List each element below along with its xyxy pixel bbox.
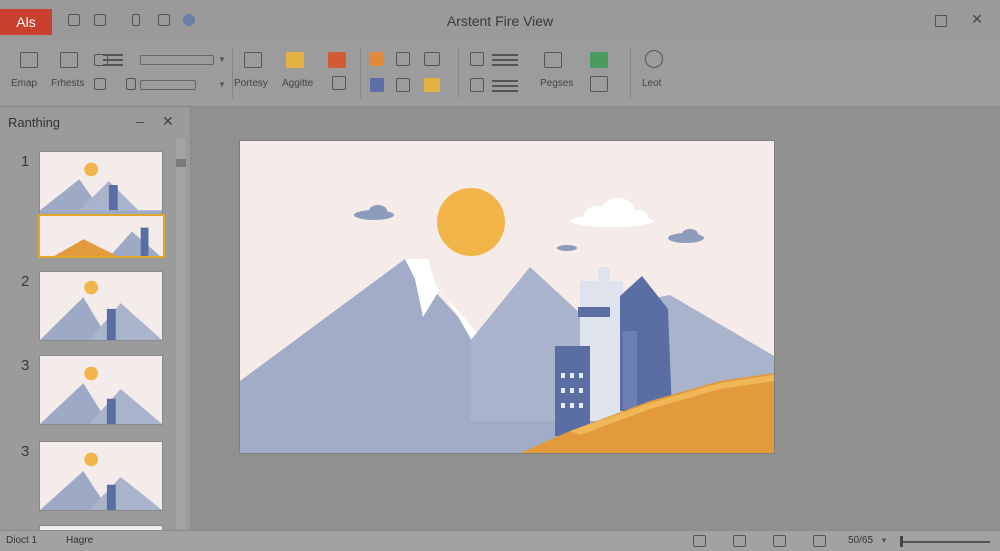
slide-number: 3 (21, 443, 30, 460)
ribbon-label-emap[interactable]: Emap (11, 78, 37, 89)
zoom-slider-knob[interactable] (900, 536, 903, 547)
layout-grid-icon[interactable] (590, 76, 608, 92)
slide-canvas[interactable] (240, 141, 774, 453)
window-title: Arstent Fire View (446, 13, 554, 29)
zoom-slider[interactable] (900, 541, 990, 543)
ribbon-separator (360, 48, 361, 98)
close-icon[interactable]: ✕ (970, 12, 984, 26)
shapes-icon[interactable] (60, 52, 78, 68)
mini-icon[interactable] (94, 78, 106, 90)
close-icon[interactable]: ✕ (162, 113, 174, 130)
slideshow-icon[interactable] (813, 535, 826, 547)
status-bar: Dioct 1 Hagre 50/65 ▼ (0, 530, 1000, 551)
slide-thumbnail-selected[interactable] (38, 214, 165, 258)
font-size-field[interactable] (140, 80, 196, 90)
chevron-down-icon[interactable]: ▼ (218, 55, 226, 64)
thumbnail-illustration (40, 452, 162, 510)
thumbnail-illustration (54, 227, 161, 256)
cloud-icon (570, 198, 654, 227)
lock-icon[interactable] (645, 50, 663, 68)
title-bar: Als Arstent Fire View ✕ (0, 0, 1000, 40)
effects-icon[interactable] (424, 78, 440, 92)
thumbnail-illustration (40, 162, 162, 220)
slide-thumbnail[interactable] (39, 441, 163, 511)
pen-icon[interactable] (332, 76, 346, 90)
picture-icon[interactable] (286, 52, 304, 68)
slide-illustration (240, 188, 774, 453)
ribbon: Emap Frhests ▼ ▼ Portesy Aggitte Pegses … (0, 40, 1000, 107)
ribbon-label-portesy[interactable]: Portesy (234, 78, 268, 89)
normal-view-icon[interactable] (693, 535, 706, 547)
ribbon-label-pegses[interactable]: Pegses (540, 78, 573, 89)
scrollbar[interactable] (176, 139, 186, 529)
grid-view-icon[interactable] (424, 52, 440, 66)
bullet-icon[interactable] (126, 78, 136, 90)
sorter-view-icon[interactable] (733, 535, 746, 547)
slide-thumbnail[interactable] (39, 271, 163, 341)
thumbnail-illustration (40, 280, 162, 340)
paragraph-icon[interactable] (492, 54, 518, 66)
reading-view-icon[interactable] (773, 535, 786, 547)
chart-icon[interactable] (590, 52, 608, 68)
section-label[interactable]: Hagre (66, 535, 93, 546)
building-shade (623, 331, 637, 409)
home-icon[interactable] (20, 52, 38, 68)
text-color-icon[interactable] (328, 52, 346, 68)
panel-title: Ranthing (8, 115, 61, 130)
font-name-field[interactable] (140, 55, 214, 65)
chevron-down-icon[interactable]: ▼ (880, 536, 888, 545)
building-antenna (598, 267, 610, 287)
frame-icon[interactable] (396, 52, 410, 66)
arrange-icon[interactable] (396, 78, 410, 92)
sun-icon (437, 188, 505, 256)
ribbon-separator (232, 48, 233, 98)
shape-fill-icon[interactable] (370, 52, 384, 66)
text-box-icon[interactable] (470, 52, 484, 66)
ribbon-label-frhests[interactable]: Frhests (51, 78, 84, 89)
thumbnail-illustration (40, 366, 162, 424)
slides-panel: Ranthing – ✕ 1 2 3 3 (0, 107, 191, 531)
align-icon[interactable] (103, 54, 123, 66)
slide-thumbnail[interactable] (39, 355, 163, 425)
ribbon-label-leot[interactable]: Leot (642, 78, 661, 89)
maximize-icon[interactable] (935, 15, 947, 27)
ribbon-label-aggitte[interactable]: Aggitte (282, 78, 313, 89)
slide-number: 3 (21, 357, 30, 374)
building-band (578, 307, 610, 317)
line-spacing-icon[interactable] (492, 80, 518, 92)
ribbon-separator (458, 48, 459, 98)
scrollbar-thumb[interactable] (176, 159, 186, 167)
shape-outline-icon[interactable] (370, 78, 384, 92)
slide-thumbnail[interactable] (39, 151, 163, 221)
minimize-icon[interactable]: – (136, 113, 144, 129)
text-direction-icon[interactable] (470, 78, 484, 92)
slide-number: 2 (21, 273, 30, 290)
ribbon-separator (630, 48, 631, 98)
cloud-icon (354, 205, 704, 251)
slide-number: 1 (21, 153, 30, 170)
table-icon[interactable] (244, 52, 262, 68)
chevron-down-icon[interactable]: ▼ (218, 80, 226, 89)
slide-indicator: Dioct 1 (6, 535, 38, 546)
pages-icon[interactable] (544, 52, 562, 68)
zoom-level[interactable]: 50/65 (848, 535, 873, 546)
